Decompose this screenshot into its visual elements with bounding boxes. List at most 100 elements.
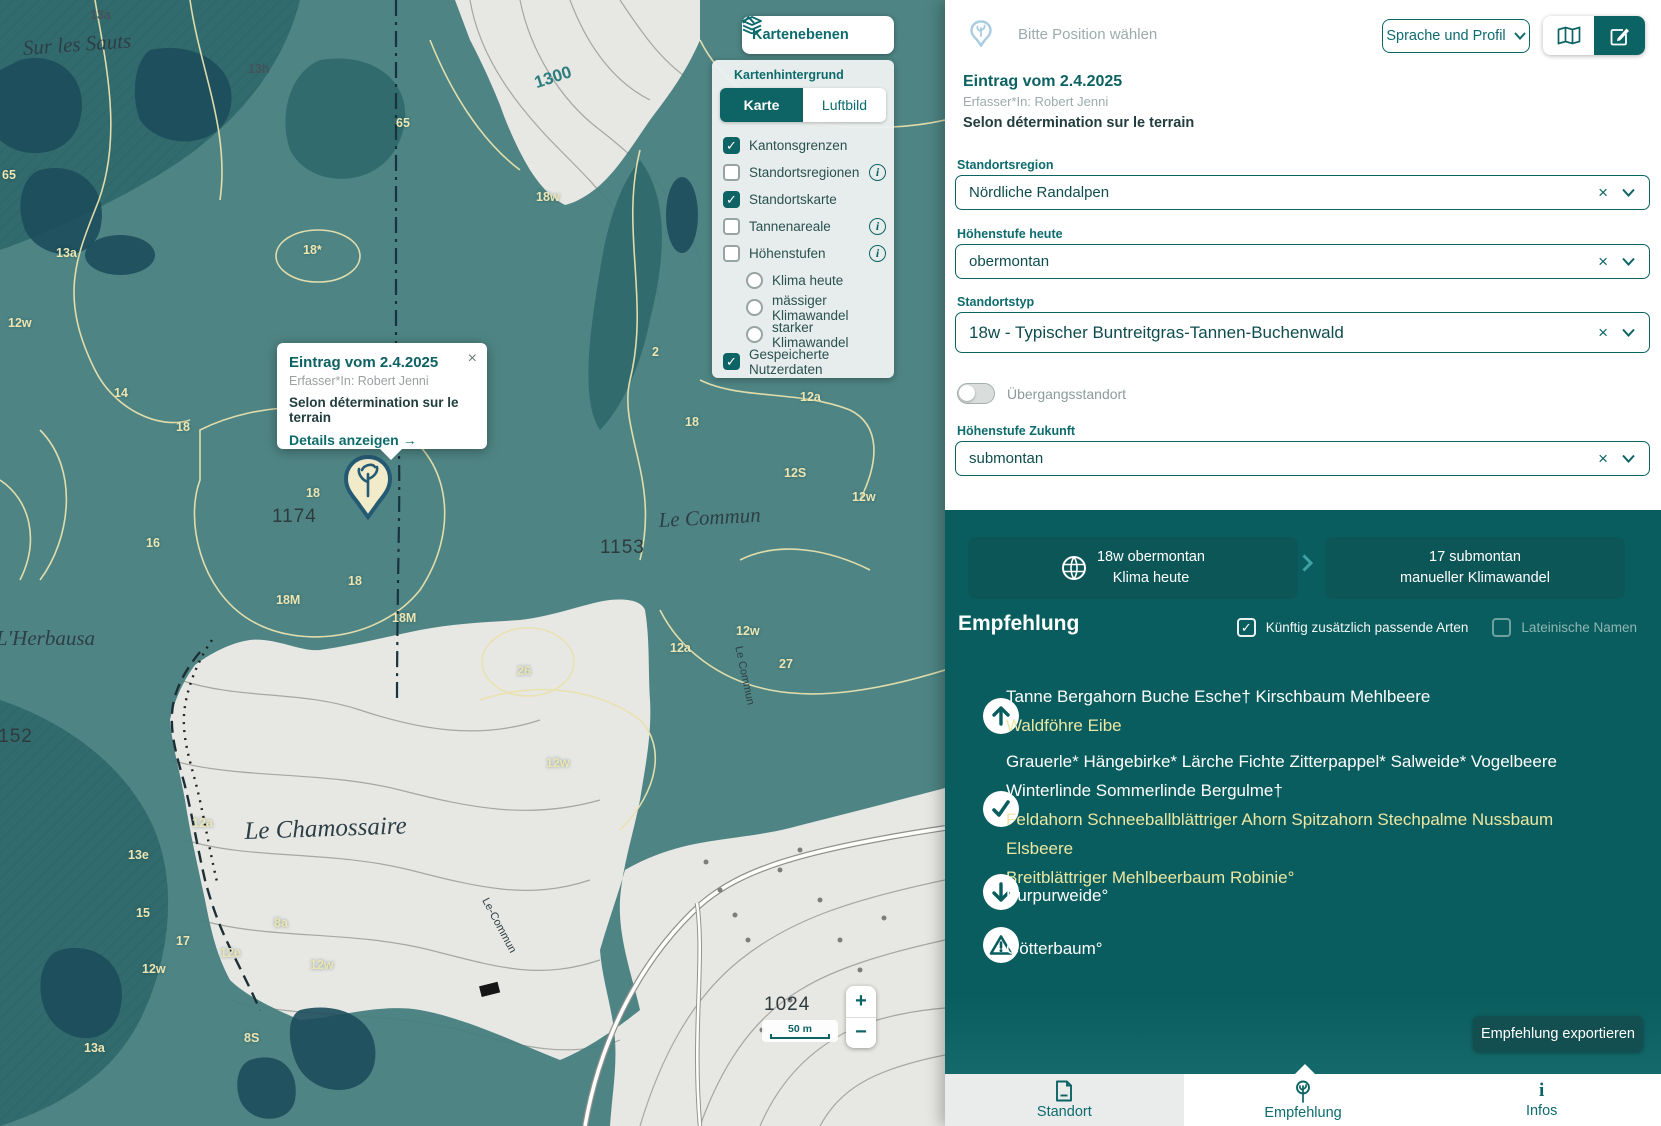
climate-card-future: 17 submontan manueller Klimawandel xyxy=(1325,537,1625,599)
export-recommendation-button[interactable]: Empfehlung exportieren xyxy=(1473,1016,1643,1052)
bottom-tab-bar: Standort Empfehlung i Infos xyxy=(945,1074,1661,1126)
radio-row-klima-heute[interactable]: Klima heute xyxy=(718,267,888,294)
layer-row-kantonsgrenzen[interactable]: Kantonsgrenzen xyxy=(718,132,888,159)
card-line1: 18w obermontan xyxy=(1097,547,1205,568)
background-section-label: Kartenhintergrund xyxy=(734,68,888,82)
field-label-standortsregion: Standortsregion xyxy=(957,158,1054,172)
field-value: submontan xyxy=(956,450,1584,467)
species-line: Purpurweide° xyxy=(1006,881,1588,910)
layer-row-standortskarte[interactable]: Standortskarte xyxy=(718,186,888,213)
tab-infos[interactable]: i Infos xyxy=(1422,1074,1661,1126)
background-option-luftbild[interactable]: Luftbild xyxy=(803,88,886,122)
tab-empfehlung[interactable]: Empfehlung xyxy=(1184,1074,1423,1126)
document-icon xyxy=(1054,1080,1074,1102)
map-layers-button[interactable]: Kartenebenen xyxy=(742,16,894,54)
species-line-future: Waldföhre Eibe xyxy=(1006,711,1588,740)
layer-row-hoehenstufen[interactable]: Höhenstufen i xyxy=(718,240,888,267)
edit-view-button[interactable] xyxy=(1594,16,1645,55)
checkbox[interactable] xyxy=(723,191,740,208)
radio-row-starker-klimawandel[interactable]: starker Klimawandel xyxy=(718,321,888,348)
radio-label: starker Klimawandel xyxy=(772,320,888,350)
clear-icon[interactable]: × xyxy=(1584,323,1622,343)
species-group-suitable-text: Grauerle* Hängebirke* Lärche Fichte Zitt… xyxy=(1006,747,1588,892)
checkbox[interactable] xyxy=(723,164,740,181)
species-group-declining-text: Purpurweide° xyxy=(1006,881,1588,910)
chevron-down-icon[interactable] xyxy=(1622,257,1649,266)
tab-standort[interactable]: Standort xyxy=(945,1074,1184,1126)
map-view-button[interactable] xyxy=(1543,16,1594,55)
layers-button-label: Kartenebenen xyxy=(752,27,884,43)
card-line2: Klima heute xyxy=(1097,568,1205,589)
language-profile-button[interactable]: Sprache und Profil xyxy=(1382,19,1530,53)
info-icon[interactable]: i xyxy=(869,245,886,262)
species-line: Winterlinde Sommerlinde Bergulme† xyxy=(1006,776,1588,805)
zoom-in-button[interactable]: + xyxy=(846,986,876,1018)
uebergangsstandort-toggle[interactable]: Übergangsstandort xyxy=(957,383,1126,404)
layer-label: Kantonsgrenzen xyxy=(749,138,847,153)
view-mode-toggle xyxy=(1543,16,1645,55)
standortstyp-field[interactable]: 18w - Typischer Buntreitgras-Tannen-Buch… xyxy=(955,312,1650,353)
field-label-hoehenstufe-zukunft: Höhenstufe Zukunft xyxy=(957,424,1075,438)
map-scale: 50 m xyxy=(762,1020,838,1042)
entry-note: Selon détermination sur le terrain xyxy=(963,115,1194,131)
field-value: Nördliche Randalpen xyxy=(956,184,1584,201)
radio-label: Klima heute xyxy=(772,273,843,288)
layer-label: Gespeicherte Nutzerdaten xyxy=(749,347,888,377)
background-switch: Karte Luftbild xyxy=(720,88,886,122)
tab-label: Empfehlung xyxy=(1264,1105,1341,1121)
layer-label: Standortsregionen xyxy=(749,165,859,180)
future-species-checkbox[interactable] xyxy=(1237,618,1256,637)
field-value: 18w - Typischer Buntreitgras-Tannen-Buch… xyxy=(956,323,1584,343)
standortsregion-field[interactable]: Nördliche Randalpen × xyxy=(955,175,1650,210)
map-entry-popup: Eintrag vom 2.4.2025 Erfasser*In: Robert… xyxy=(277,343,487,449)
climate-card-today: 18w obermontan Klima heute xyxy=(968,537,1298,599)
chevron-down-icon xyxy=(1514,32,1526,40)
map-area[interactable]: 13a13h130065Sur les Sauts18w6513a18*12w2… xyxy=(0,0,945,1126)
radio[interactable] xyxy=(746,326,763,343)
zoom-out-button[interactable]: − xyxy=(846,1018,876,1049)
radio[interactable] xyxy=(746,272,763,289)
checkbox[interactable] xyxy=(723,353,740,370)
layer-row-tannenareale[interactable]: Tannenareale i xyxy=(718,213,888,240)
card-line2: manueller Klimawandel xyxy=(1400,568,1550,589)
species-line: Grauerle* Hängebirke* Lärche Fichte Zitt… xyxy=(1006,747,1588,776)
info-icon: i xyxy=(1539,1081,1544,1101)
popup-title: Eintrag vom 2.4.2025 xyxy=(289,354,475,371)
hoehenstufe-zukunft-field[interactable]: submontan × xyxy=(955,441,1650,476)
clear-icon[interactable]: × xyxy=(1584,252,1622,272)
tab-label: Standort xyxy=(1037,1104,1092,1120)
chevron-down-icon[interactable] xyxy=(1622,328,1649,337)
chevron-down-icon[interactable] xyxy=(1622,454,1649,463)
species-line: Tanne Bergahorn Buche Esche† Kirschbaum … xyxy=(1006,682,1588,711)
layer-row-standortsregionen[interactable]: Standortsregionen i xyxy=(718,159,888,186)
popup-author: Erfasser*In: Robert Jenni xyxy=(289,374,475,388)
radio-row-maessiger-klimawandel[interactable]: mässiger Klimawandel xyxy=(718,294,888,321)
layer-row-gespeicherte-nutzerdaten[interactable]: Gespeicherte Nutzerdaten xyxy=(718,348,888,375)
background-option-karte[interactable]: Karte xyxy=(720,88,803,122)
chevron-right-icon xyxy=(1302,554,1313,577)
field-label-standortstyp: Standortstyp xyxy=(957,295,1034,309)
hoehenstufe-heute-field[interactable]: obermontan × xyxy=(955,244,1650,279)
clear-icon[interactable]: × xyxy=(1584,449,1622,469)
popup-details-link[interactable]: Details anzeigen → xyxy=(289,432,475,448)
language-profile-label: Sprache und Profil xyxy=(1386,28,1505,44)
checkbox[interactable] xyxy=(723,218,740,235)
map-layers-panel: Kartenhintergrund Karte Luftbild Kantons… xyxy=(712,60,894,378)
clear-icon[interactable]: × xyxy=(1584,183,1622,203)
close-icon[interactable]: × xyxy=(468,350,477,368)
info-icon[interactable]: i xyxy=(869,164,886,181)
info-icon[interactable]: i xyxy=(869,218,886,235)
layer-label: Standortskarte xyxy=(749,192,837,207)
field-label-hoehenstufe-heute: Höhenstufe heute xyxy=(957,227,1063,241)
field-value: obermontan xyxy=(956,253,1584,270)
entry-title: Eintrag vom 2.4.2025 xyxy=(963,73,1122,91)
checkbox[interactable] xyxy=(723,137,740,154)
toggle-switch[interactable] xyxy=(957,383,995,404)
layer-label: Höhenstufen xyxy=(749,246,826,261)
radio[interactable] xyxy=(746,299,763,316)
toggle-label: Übergangsstandort xyxy=(1007,386,1126,402)
latin-names-checkbox[interactable] xyxy=(1492,618,1511,637)
scale-label: 50 m xyxy=(788,1024,812,1034)
checkbox[interactable] xyxy=(723,245,740,262)
chevron-down-icon[interactable] xyxy=(1622,188,1649,197)
